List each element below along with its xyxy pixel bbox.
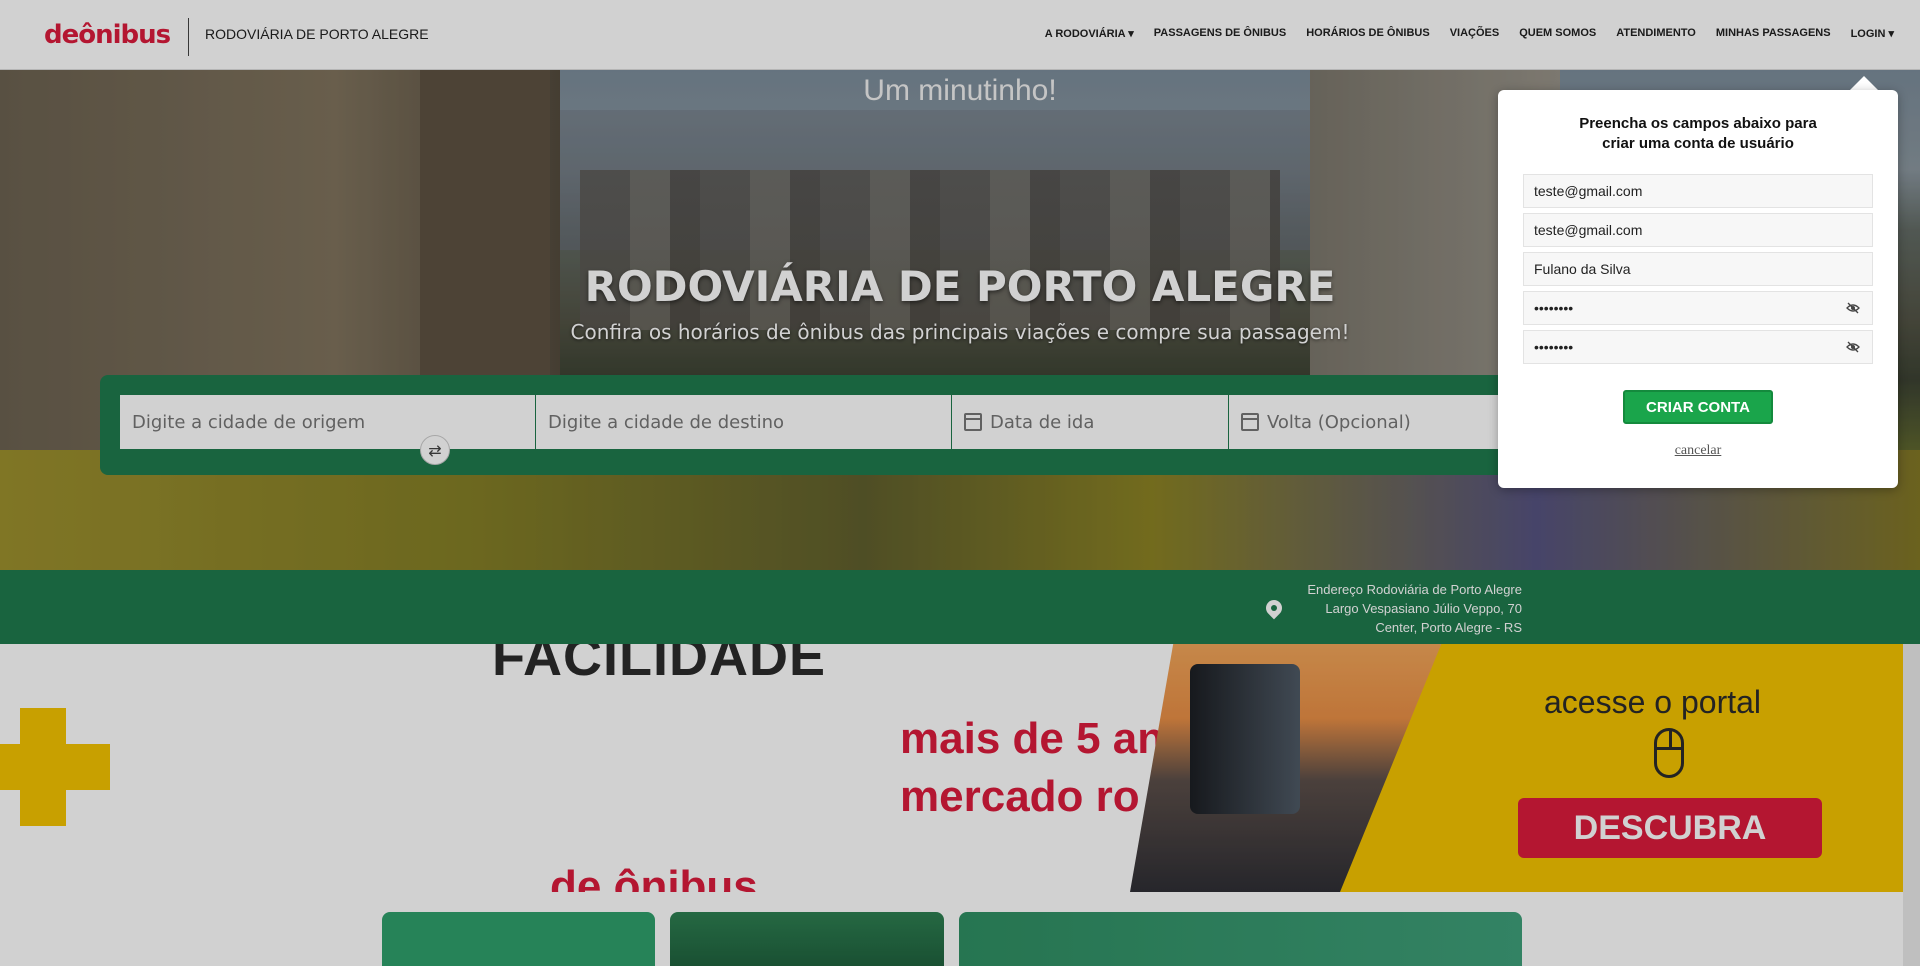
email-confirm-field[interactable]: teste@gmail.com bbox=[1523, 213, 1873, 247]
password-field[interactable]: •••••••• bbox=[1523, 291, 1873, 325]
signup-title: Preencha os campos abaixo para criar uma… bbox=[1498, 114, 1898, 154]
name-field[interactable]: Fulano da Silva bbox=[1523, 252, 1873, 286]
email-value: teste@gmail.com bbox=[1534, 183, 1643, 199]
email-confirm-value: teste@gmail.com bbox=[1534, 222, 1643, 238]
password-confirm-value: •••••••• bbox=[1534, 339, 1574, 355]
eye-slash-icon[interactable] bbox=[1846, 302, 1860, 314]
cancel-link[interactable]: cancelar bbox=[1498, 443, 1898, 459]
signup-popup: Preencha os campos abaixo para criar uma… bbox=[1498, 90, 1898, 488]
signup-title-line2: criar uma conta de usuário bbox=[1602, 135, 1794, 152]
password-confirm-field[interactable]: •••••••• bbox=[1523, 330, 1873, 364]
signup-title-line1: Preencha os campos abaixo para bbox=[1579, 115, 1817, 132]
eye-slash-icon[interactable] bbox=[1846, 341, 1860, 353]
create-account-button[interactable]: CRIAR CONTA bbox=[1623, 390, 1773, 424]
password-value: •••••••• bbox=[1534, 300, 1574, 316]
email-field[interactable]: teste@gmail.com bbox=[1523, 174, 1873, 208]
popup-arrow bbox=[1850, 76, 1878, 90]
name-value: Fulano da Silva bbox=[1534, 261, 1631, 277]
